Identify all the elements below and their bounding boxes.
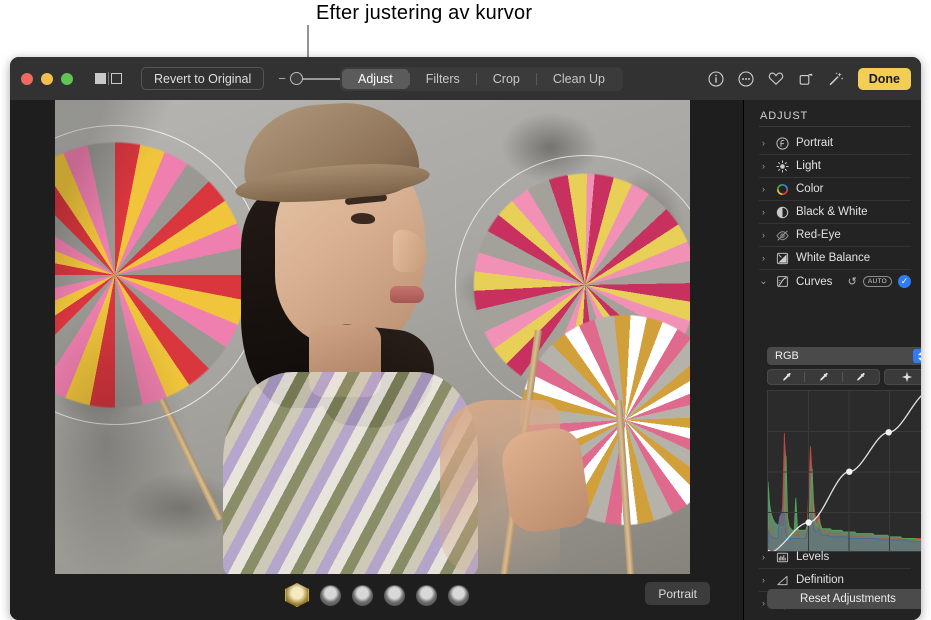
more-options-icon[interactable] — [738, 70, 755, 87]
rotate-icon[interactable] — [798, 70, 815, 87]
preset-thumb[interactable] — [416, 584, 437, 606]
zoom-slider-knob[interactable] — [289, 72, 303, 85]
portrait-subject — [205, 100, 592, 574]
chevron-right-icon[interactable]: › — [759, 138, 768, 148]
curves-eyedropper-group — [767, 369, 880, 385]
portrait-toggle-button[interactable]: Portrait — [645, 582, 710, 605]
traffic-lights — [21, 72, 73, 85]
sidebar-item-light[interactable]: › Light — [759, 155, 911, 178]
white-balance-icon — [776, 252, 789, 265]
split-view-left-pane-icon — [95, 73, 106, 84]
curve-control-point[interactable] — [885, 429, 892, 436]
sidebar-item-white-balance[interactable]: › White Balance — [759, 247, 911, 270]
definition-icon — [776, 574, 789, 587]
adjustment-list: › Portrait › Light › Color › Black & Whi… — [744, 132, 921, 293]
subject-eye — [351, 213, 375, 224]
sidebar-item-label: Curves — [796, 275, 833, 288]
light-sun-icon — [776, 159, 789, 173]
curves-channel-value: RGB — [775, 350, 799, 362]
black-white-icon — [776, 206, 789, 219]
info-icon[interactable] — [708, 70, 725, 87]
sidebar-item-curves[interactable]: ⌄ Curves ↺ AUTO ✓ — [759, 270, 911, 293]
sidebar-item-label: Portrait — [796, 137, 834, 149]
sidebar-item-label: Color — [796, 183, 824, 195]
sidebar-item-black-and-white[interactable]: › Black & White — [759, 201, 911, 224]
favorite-heart-icon[interactable] — [768, 70, 785, 87]
tab-clean-up[interactable]: Clean Up — [537, 69, 621, 89]
zoom-out-icon[interactable]: − — [278, 72, 286, 85]
curve-control-point[interactable] — [846, 468, 853, 475]
subject-lips — [390, 286, 424, 303]
curves-enabled-toggle[interactable]: ✓ — [898, 275, 911, 288]
chevron-right-icon[interactable]: › — [759, 230, 768, 240]
black-point-eyedropper[interactable] — [768, 370, 804, 384]
chevron-right-icon[interactable]: › — [759, 184, 768, 194]
edited-photo[interactable] — [55, 100, 690, 574]
portrait-f-icon — [776, 136, 789, 150]
curves-reset-icon[interactable]: ↺ — [848, 275, 857, 288]
photo-stage: Portrait — [10, 100, 744, 620]
levels-icon — [776, 551, 789, 564]
sidebar-item-portrait[interactable]: › Portrait — [759, 132, 911, 155]
chevron-right-icon[interactable]: › — [759, 161, 768, 171]
preset-thumb[interactable] — [448, 584, 469, 606]
preset-thumb-selected[interactable] — [285, 583, 309, 607]
curves-channel-select[interactable]: RGB — [767, 347, 921, 365]
preset-thumb[interactable] — [320, 584, 341, 606]
preset-thumb[interactable] — [384, 584, 405, 606]
done-button[interactable]: Done — [857, 67, 911, 90]
color-wheel-icon — [776, 183, 789, 196]
split-view-divider-icon — [108, 72, 109, 85]
curves-header-actions: ↺ AUTO ✓ — [848, 275, 911, 288]
sidebar-title-rule — [759, 126, 911, 127]
revert-to-original-button[interactable]: Revert to Original — [141, 67, 265, 90]
minimize-window-button[interactable] — [41, 72, 53, 85]
callout-label: Efter justering av kurvor — [316, 2, 533, 24]
photos-editor-window: Revert to Original − + Adjust Filters Cr… — [10, 57, 921, 620]
lighting-preset-strip — [285, 583, 469, 607]
chevron-right-icon[interactable]: › — [759, 552, 768, 562]
window-titlebar: Revert to Original − + Adjust Filters Cr… — [10, 57, 921, 100]
curves-graph-svg[interactable] — [768, 391, 921, 552]
sidebar-item-label: Black & White — [796, 206, 868, 218]
chevron-right-icon[interactable]: › — [759, 575, 768, 585]
sidebar-item-levels[interactable]: › Levels — [759, 546, 911, 569]
curves-icon — [776, 275, 789, 288]
tab-crop[interactable]: Crop — [477, 69, 536, 89]
sidebar-item-label: White Balance — [796, 252, 871, 264]
sidebar-item-label: Levels — [796, 551, 830, 563]
subject-hand — [498, 424, 592, 536]
sidebar-item-color[interactable]: › Color — [759, 178, 911, 201]
split-view-icon[interactable] — [95, 72, 122, 85]
add-curve-point-button[interactable] — [884, 369, 921, 385]
screenshot-root: Efter justering av kurvor Revert to Orig… — [0, 0, 931, 620]
tab-filters[interactable]: Filters — [410, 69, 476, 89]
close-window-button[interactable] — [21, 72, 33, 85]
gray-point-eyedropper[interactable] — [805, 370, 841, 384]
auto-enhance-wand-icon[interactable] — [828, 70, 845, 87]
sidebar-item-red-eye[interactable]: › Red-Eye — [759, 224, 911, 247]
sidebar-title: ADJUST — [760, 110, 809, 122]
white-point-eyedropper[interactable] — [843, 370, 879, 384]
chevron-updown-icon[interactable] — [913, 349, 921, 363]
split-view-right-pane-icon — [111, 73, 122, 84]
preset-thumb[interactable] — [352, 584, 373, 606]
sidebar-item-label: Red-Eye — [796, 229, 841, 241]
red-eye-icon — [776, 229, 789, 242]
sidebar-item-label: Light — [796, 160, 821, 172]
titlebar-tools: Done — [708, 57, 911, 100]
adjust-sidebar: ADJUST › Portrait › Light › Color › Blac… — [744, 100, 921, 620]
stage-bottom-bar: Portrait — [10, 574, 744, 620]
chevron-right-icon[interactable]: › — [759, 207, 768, 217]
curve-control-point[interactable] — [805, 519, 812, 526]
maximize-window-button[interactable] — [61, 72, 73, 85]
tab-adjust[interactable]: Adjust — [342, 69, 409, 89]
editor-mode-tabs: Adjust Filters Crop Clean Up — [340, 67, 623, 91]
chevron-right-icon[interactable]: › — [759, 253, 768, 263]
chevron-down-icon[interactable]: ⌄ — [759, 276, 768, 287]
curves-auto-button[interactable]: AUTO — [862, 276, 892, 287]
sidebar-item-label: Definition — [796, 574, 844, 586]
curves-graph[interactable] — [767, 390, 921, 552]
reset-adjustments-button[interactable]: Reset Adjustments — [767, 589, 921, 609]
